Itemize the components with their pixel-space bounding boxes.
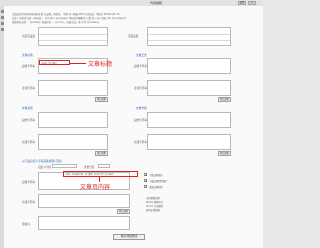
- source-filter-label: 过滤字符串: [22, 141, 35, 144]
- title-end-label: 过滤字符串: [22, 87, 35, 90]
- title-arrow: [70, 63, 86, 64]
- custom-field-input[interactable]: [52, 164, 77, 168]
- author-test-button[interactable]: 测试规则: [218, 151, 231, 156]
- replace-label: 替换为: [22, 223, 30, 226]
- field-filter-label: 过滤字符串: [22, 201, 35, 204]
- paging-label: 文章分页: [84, 166, 95, 169]
- author-filter-textarea[interactable]: [147, 134, 231, 150]
- title-annotation: 文章标题: [88, 61, 113, 68]
- section-content-rules: 文章正文: [136, 53, 147, 57]
- option-label-3: 采集远程附件: [149, 186, 163, 189]
- list-page-textarea[interactable]: [38, 27, 108, 46]
- regex-help-4: 使用正则替换: [146, 209, 160, 212]
- content-annotation: 文章页内容: [80, 184, 111, 191]
- source-filter-textarea[interactable]: [38, 134, 108, 150]
- section-author: 文章作者: [136, 106, 147, 110]
- section-custom-fields: 以下是自定义字段采集规则(可选): [22, 159, 62, 163]
- content-filter-label: 过滤字符串: [134, 87, 147, 90]
- option-checkbox-2[interactable]: [144, 179, 148, 183]
- title-rule-code: <h1>{*}</h1>: [41, 61, 57, 65]
- source-start-textarea[interactable]: [38, 112, 108, 128]
- source-test-button[interactable]: 测试规则: [95, 151, 108, 156]
- content-start-textarea[interactable]: [147, 58, 231, 74]
- section-title-rules: 文章标题: [22, 53, 33, 57]
- option-label-2: 下载远程附件图片: [149, 180, 168, 183]
- field-filter-textarea[interactable]: [38, 194, 130, 208]
- title-start-label: 起始字符串: [22, 65, 35, 68]
- source-start-label: 起始字符串: [22, 119, 35, 122]
- section-source: 文章来源: [22, 106, 33, 110]
- note-line-3: 原始地址标签： {pv:title} 页面标签 ... {pv:vt}，页面生成…: [12, 21, 100, 24]
- save-button[interactable]: 保存/测试修改: [113, 234, 145, 240]
- field-test-button[interactable]: 测试规则: [117, 209, 130, 214]
- content-start-label: 起始字符串: [134, 65, 147, 68]
- content-test-button[interactable]: 测试规则: [218, 97, 231, 102]
- title-filter-textarea[interactable]: [38, 80, 108, 96]
- list-page-label: 列表页设置: [22, 35, 35, 38]
- window-title: 代码编辑: [150, 1, 163, 5]
- content-rule-highlight: <div class="a1 yright line">{*}</div>: [63, 171, 138, 177]
- custom-field-label: 自定义字段: [38, 166, 51, 169]
- title-rule-highlight: <h1>{*}</h1>: [39, 60, 70, 65]
- title-test-button[interactable]: 测试规则: [95, 97, 108, 102]
- author-start-label: 起始字符串: [134, 119, 147, 122]
- option-label-1: 下载远程图片: [149, 174, 163, 177]
- option-checkbox-1[interactable]: [144, 173, 148, 177]
- close-button[interactable]: ×: [248, 1, 256, 5]
- settings-button[interactable]: 设置: [238, 1, 246, 5]
- author-start-textarea[interactable]: [147, 112, 231, 128]
- field-start-label: 起始字符串: [22, 181, 35, 184]
- option-checkbox-3[interactable]: [144, 185, 147, 188]
- content-rule-code: <div class="a1 yright line">{*}</div>: [65, 173, 114, 176]
- content-filter-textarea[interactable]: [147, 80, 231, 96]
- author-filter-label: 过滤字符串: [134, 141, 147, 144]
- replace-textarea[interactable]: [38, 216, 130, 230]
- paging-input[interactable]: [98, 164, 110, 168]
- page-settings-textarea[interactable]: [147, 27, 231, 46]
- page-settings-label: 页面设置: [128, 35, 139, 38]
